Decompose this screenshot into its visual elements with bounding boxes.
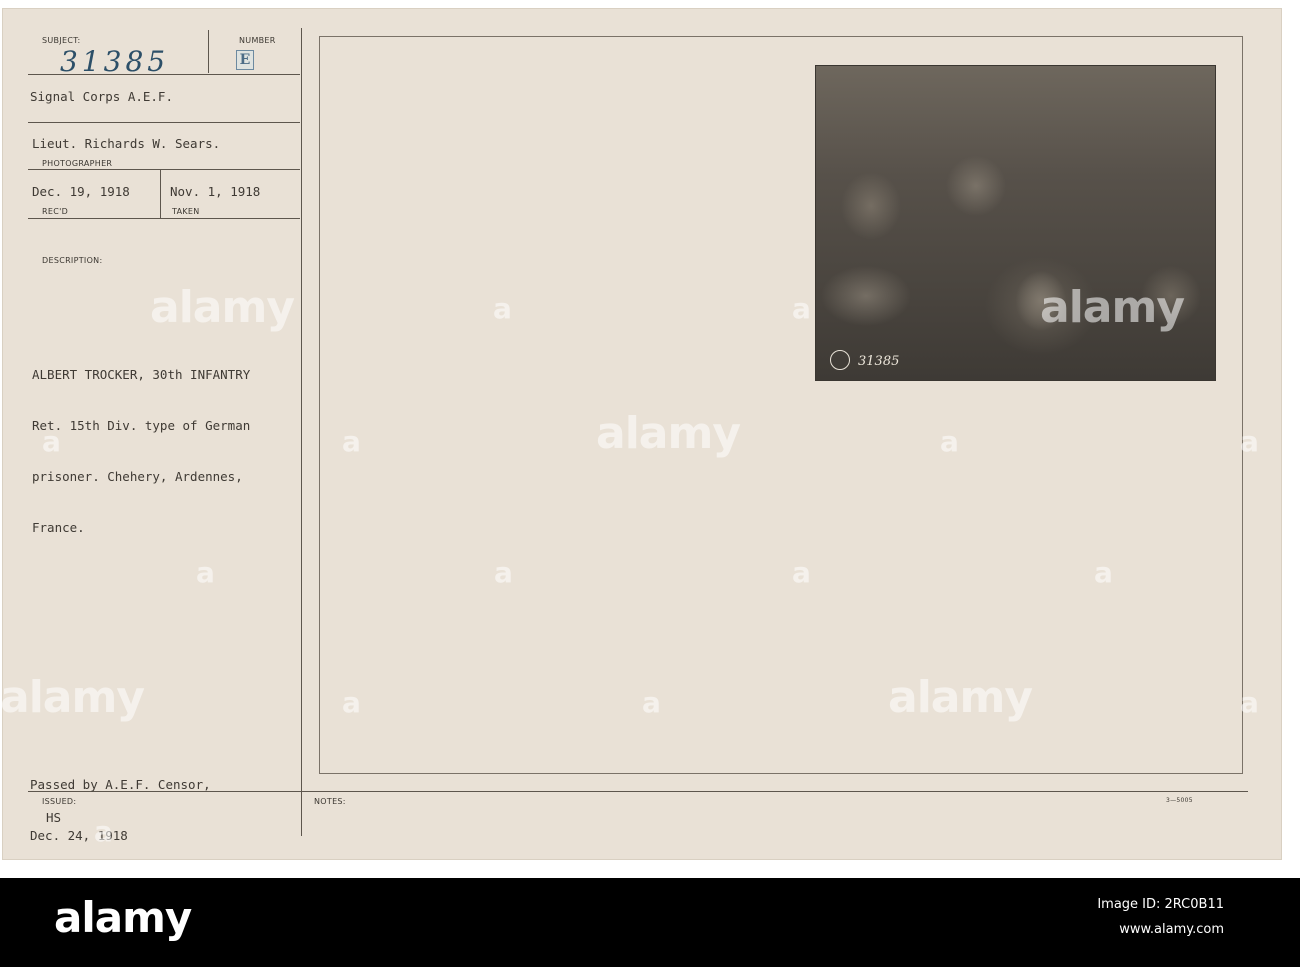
photo-stamp-number: 31385 [858, 354, 900, 369]
watermark: alamy [1040, 282, 1185, 333]
watermark: alamy [0, 672, 145, 723]
number-stamp: E [236, 50, 254, 70]
censor-line: Dec. 24, 1918 [30, 828, 128, 843]
received-date: Dec. 19, 1918 [32, 184, 130, 199]
number-label: NUMBER [239, 36, 276, 45]
organization: Signal Corps A.E.F. [30, 89, 173, 104]
watermark: alamy [596, 408, 741, 459]
description-text: ALBERT TROCKER, 30th INFANTRY Ret. 15th … [32, 332, 250, 553]
issued-value: HS [46, 810, 62, 825]
description-line: France. [32, 520, 85, 535]
website-link[interactable]: www.alamy.com [1097, 917, 1224, 942]
photographer-name: Lieut. Richards W. Sears. [32, 136, 221, 151]
description-line: prisoner. Chehery, Ardennes, [32, 469, 243, 484]
watermark-mark: a [494, 556, 513, 589]
left-column-divider [301, 28, 302, 836]
subject-number: 31385 [60, 45, 170, 78]
subject-label: SUBJECT: [42, 36, 81, 45]
taken-date: Nov. 1, 1918 [170, 184, 261, 199]
censor-line: Passed by A.E.F. Censor, [30, 777, 211, 792]
notes-label: NOTES: [314, 797, 346, 806]
rule-below-dates [28, 169, 300, 170]
rule-below-taken [28, 218, 300, 219]
watermark-mark: a [792, 556, 811, 589]
description-line: ALBERT TROCKER, 30th INFANTRY [32, 367, 251, 382]
watermark-mark: a [1094, 556, 1113, 589]
photographer-label: PHOTOGRAPHER [42, 159, 113, 168]
dates-divider [160, 170, 161, 218]
watermark: alamy [888, 672, 1033, 723]
taken-label: TAKEN [172, 207, 200, 216]
watermark-mark: a [342, 686, 361, 719]
received-label: REC'D [42, 207, 69, 216]
watermark-mark: a [940, 425, 959, 458]
watermark-mark: a [1240, 425, 1259, 458]
watermark-mark: a [342, 425, 361, 458]
rule-above-footer [28, 791, 1248, 792]
description-line: Ret. 15th Div. type of German [32, 418, 251, 433]
watermark-mark: a [196, 556, 215, 589]
watermark-mark: a [94, 815, 113, 848]
alamy-logo: alamy [54, 893, 192, 942]
watermark-mark: a [642, 686, 661, 719]
prisoner-photograph: 31385 [815, 65, 1216, 381]
form-code: 3—5005 [1166, 797, 1193, 804]
rule-below-photographer [28, 122, 300, 123]
watermark: alamy [150, 282, 295, 333]
watermark-mark: a [1240, 686, 1259, 719]
footer-metadata: Image ID: 2RC0B11 www.alamy.com [1097, 892, 1224, 942]
subject-number-divider [208, 30, 209, 73]
watermark-mark: a [792, 292, 811, 325]
signal-corps-stamp-icon [830, 350, 850, 370]
issued-label: ISSUED: [42, 797, 77, 806]
description-label: DESCRIPTION: [42, 256, 103, 265]
image-id: Image ID: 2RC0B11 [1097, 897, 1224, 912]
watermark-mark: a [42, 425, 61, 458]
watermark-mark: a [493, 292, 512, 325]
